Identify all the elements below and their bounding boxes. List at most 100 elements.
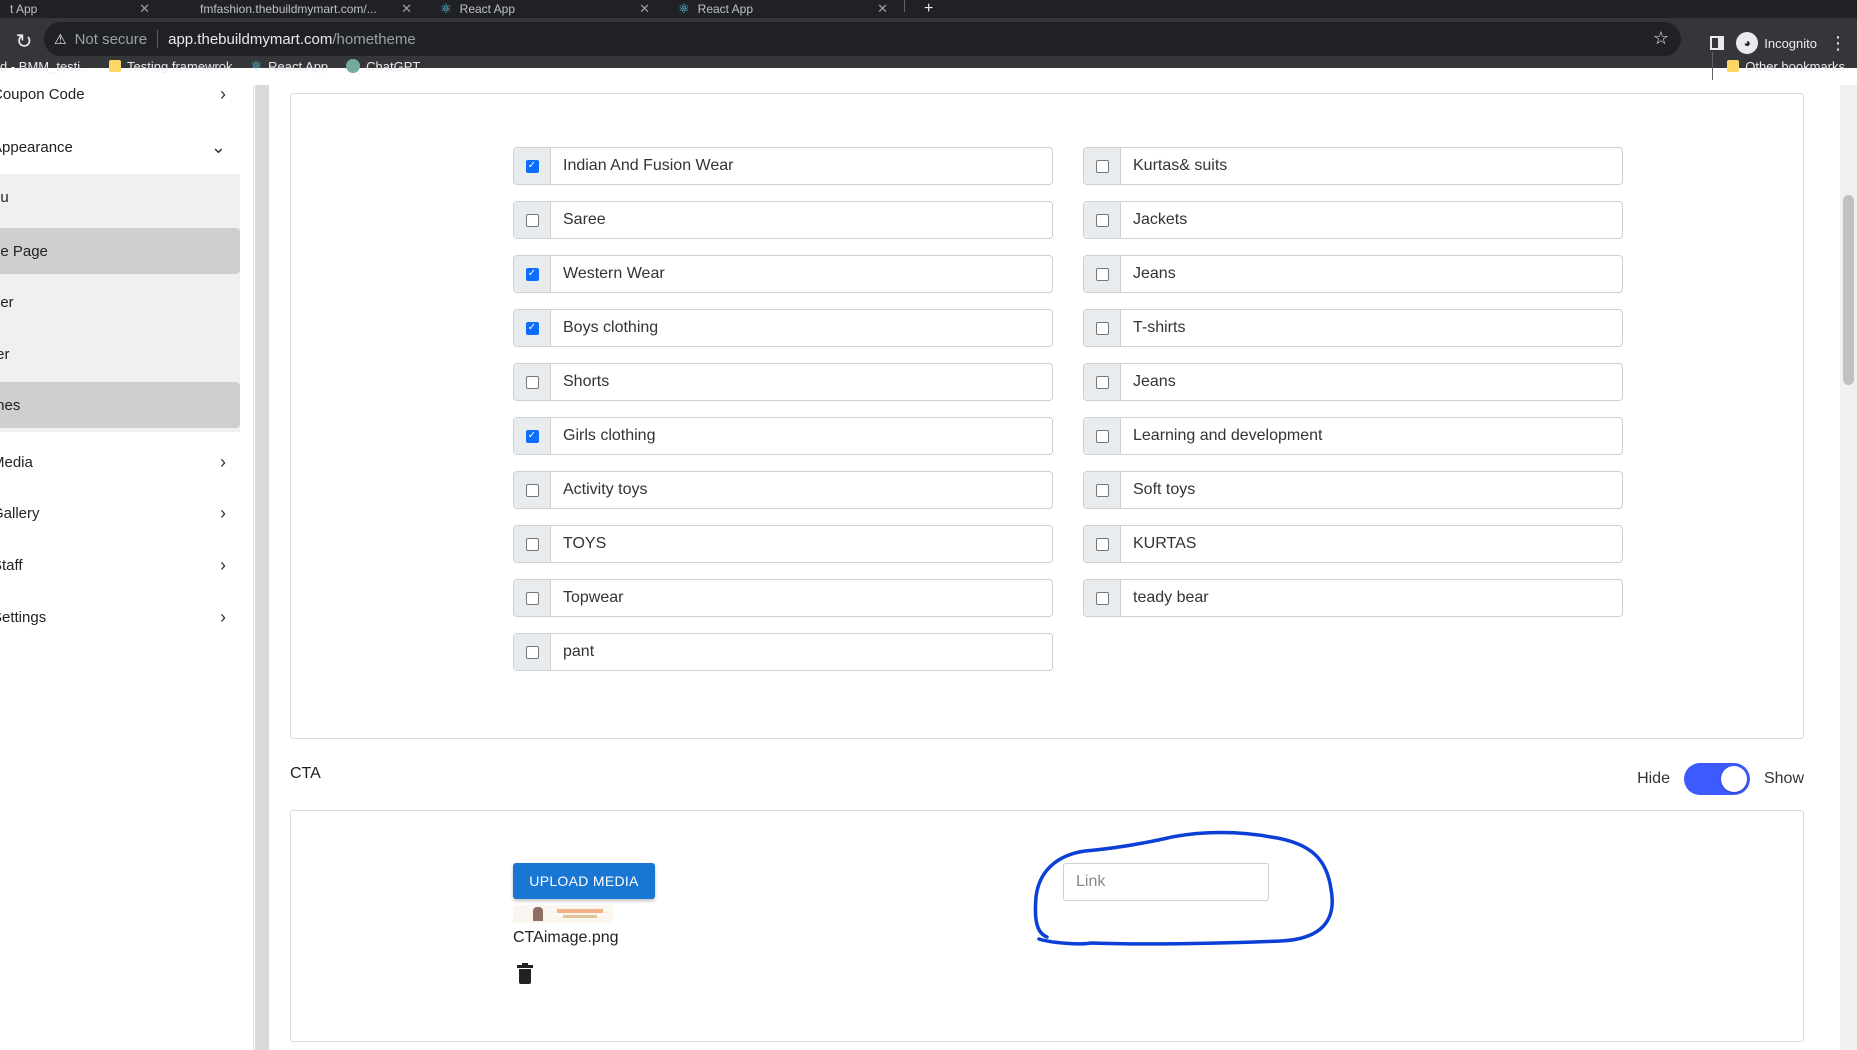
category-checkbox-cell[interactable]: [1084, 418, 1121, 454]
submenu-item-active[interactable]: mes: [0, 382, 240, 428]
category-checkbox[interactable]: [1095, 159, 1109, 173]
category-row[interactable]: ✓ Boys clothing: [513, 309, 1053, 347]
sidebar-item-gallery[interactable]: Gallery ›: [0, 490, 240, 536]
close-tab-icon[interactable]: ✕: [639, 1, 650, 17]
sidebar-item-label: Gallery: [0, 504, 40, 522]
hand-drawn-circle-annotation: [1033, 830, 1334, 946]
chevron-right-icon: ›: [220, 83, 226, 104]
sidebar-item-staff[interactable]: Staff ›: [0, 542, 240, 588]
browser-tab[interactable]: t App ✕: [0, 0, 160, 18]
url-host[interactable]: app.thebuildmymart.com: [168, 31, 332, 48]
bookmark-item[interactable]: ChatGPT: [346, 59, 420, 74]
delete-trash-icon[interactable]: [517, 963, 533, 985]
category-checkbox[interactable]: [1095, 213, 1109, 227]
category-checkbox-cell[interactable]: [1084, 148, 1121, 184]
browser-tab[interactable]: fmfashion.thebuildmymart.com/... ✕: [190, 0, 422, 18]
submenu-item[interactable]: ter: [0, 331, 240, 377]
category-checkbox-cell[interactable]: [1084, 526, 1121, 562]
url-path[interactable]: /hometheme: [332, 31, 415, 48]
sidebar-item-appearance[interactable]: Appearance ⌄: [0, 124, 240, 170]
profile-button[interactable]: ◕ Incognito: [1736, 32, 1817, 54]
category-checkbox[interactable]: [525, 645, 539, 659]
category-checkbox[interactable]: [1095, 321, 1109, 335]
page-scrollbar[interactable]: [1840, 85, 1857, 1050]
category-checkbox-cell[interactable]: [1084, 202, 1121, 238]
category-row[interactable]: Jeans: [1083, 363, 1623, 401]
more-menu-icon[interactable]: ⋮: [1829, 33, 1847, 54]
new-tab-plus-icon[interactable]: +: [914, 0, 938, 18]
category-checkbox[interactable]: ✓: [525, 429, 539, 443]
sidebar-item-coupon-code[interactable]: Coupon Code ›: [0, 71, 240, 117]
category-checkbox-cell[interactable]: ✓: [514, 148, 551, 184]
side-panel-icon[interactable]: [1710, 36, 1725, 50]
sidebar-item-settings[interactable]: Settings ›: [0, 594, 240, 640]
category-checkbox[interactable]: [525, 375, 539, 389]
category-checkbox[interactable]: [1095, 429, 1109, 443]
close-tab-icon[interactable]: ✕: [139, 1, 150, 17]
category-checkbox[interactable]: ✓: [525, 321, 539, 335]
category-checkbox-cell[interactable]: [1084, 580, 1121, 616]
category-checkbox-cell[interactable]: [514, 526, 551, 562]
browser-tab[interactable]: ⚛ React App ✕: [430, 0, 660, 18]
sidebar-item-media[interactable]: Media ›: [0, 439, 240, 485]
category-checkbox[interactable]: [1095, 537, 1109, 551]
submenu-item[interactable]: nu: [0, 174, 240, 220]
category-checkbox-cell[interactable]: [514, 634, 551, 670]
category-row[interactable]: ✓ Girls clothing: [513, 417, 1053, 455]
category-row[interactable]: Saree: [513, 201, 1053, 239]
category-row[interactable]: ✓ Western Wear: [513, 255, 1053, 293]
category-checkbox-cell[interactable]: [1084, 310, 1121, 346]
scrollbar-thumb[interactable]: [1843, 195, 1854, 385]
category-row[interactable]: Shorts: [513, 363, 1053, 401]
category-row[interactable]: ✓ Indian And Fusion Wear: [513, 147, 1053, 185]
browser-tab[interactable]: ⚛ React App ✕: [668, 0, 898, 18]
category-checkbox[interactable]: [525, 483, 539, 497]
category-row[interactable]: Activity toys: [513, 471, 1053, 509]
category-checkbox[interactable]: [525, 537, 539, 551]
submenu-item[interactable]: der: [0, 279, 240, 325]
category-checkbox-cell[interactable]: ✓: [514, 418, 551, 454]
category-checkbox-cell[interactable]: ✓: [514, 256, 551, 292]
category-checkbox[interactable]: [525, 591, 539, 605]
upload-media-button[interactable]: UPLOAD MEDIA: [513, 863, 655, 899]
close-tab-icon[interactable]: ✕: [401, 1, 412, 17]
other-bookmarks[interactable]: Other bookmarks: [1712, 52, 1845, 80]
category-row[interactable]: pant: [513, 633, 1053, 671]
cta-visibility-toggle[interactable]: [1683, 763, 1750, 795]
category-row[interactable]: T-shirts: [1083, 309, 1623, 347]
thumbnail-banner: [557, 909, 603, 913]
reload-icon[interactable]: ↻: [12, 30, 36, 54]
tab-title: React App: [459, 2, 516, 16]
category-row[interactable]: Jackets: [1083, 201, 1623, 239]
submenu-item-active[interactable]: ne Page: [0, 228, 240, 274]
category-checkbox[interactable]: [1095, 483, 1109, 497]
category-checkbox[interactable]: ✓: [525, 267, 539, 281]
category-checkbox-cell[interactable]: [1084, 364, 1121, 400]
category-row[interactable]: Jeans: [1083, 255, 1623, 293]
category-checkbox-cell[interactable]: [1084, 256, 1121, 292]
category-row[interactable]: Learning and development: [1083, 417, 1623, 455]
category-checkbox-cell[interactable]: ✓: [514, 310, 551, 346]
category-row[interactable]: KURTAS: [1083, 525, 1623, 563]
category-checkbox[interactable]: ✓: [525, 159, 539, 173]
category-checkbox[interactable]: [1095, 375, 1109, 389]
category-row[interactable]: teady bear: [1083, 579, 1623, 617]
category-row[interactable]: TOYS: [513, 525, 1053, 563]
category-checkbox[interactable]: [1095, 591, 1109, 605]
category-checkbox-cell[interactable]: [514, 472, 551, 508]
category-checkbox-cell[interactable]: [514, 202, 551, 238]
category-checkbox-cell[interactable]: [514, 364, 551, 400]
category-row[interactable]: Kurtas& suits: [1083, 147, 1623, 185]
security-label[interactable]: Not secure: [75, 31, 148, 48]
category-row[interactable]: Soft toys: [1083, 471, 1623, 509]
category-checkbox-cell[interactable]: [514, 580, 551, 616]
bookmark-star-icon[interactable]: ☆: [1653, 28, 1669, 49]
category-checkbox[interactable]: [525, 213, 539, 227]
category-row[interactable]: Topwear: [513, 579, 1053, 617]
close-tab-icon[interactable]: ✕: [877, 1, 888, 17]
bookmark-item[interactable]: ⚛ React App: [251, 58, 329, 74]
warning-icon[interactable]: ⚠: [54, 31, 67, 48]
address-bar[interactable]: ⚠ Not secure app.thebuildmymart.com /hom…: [44, 22, 1681, 56]
category-checkbox-cell[interactable]: [1084, 472, 1121, 508]
category-checkbox[interactable]: [1095, 267, 1109, 281]
